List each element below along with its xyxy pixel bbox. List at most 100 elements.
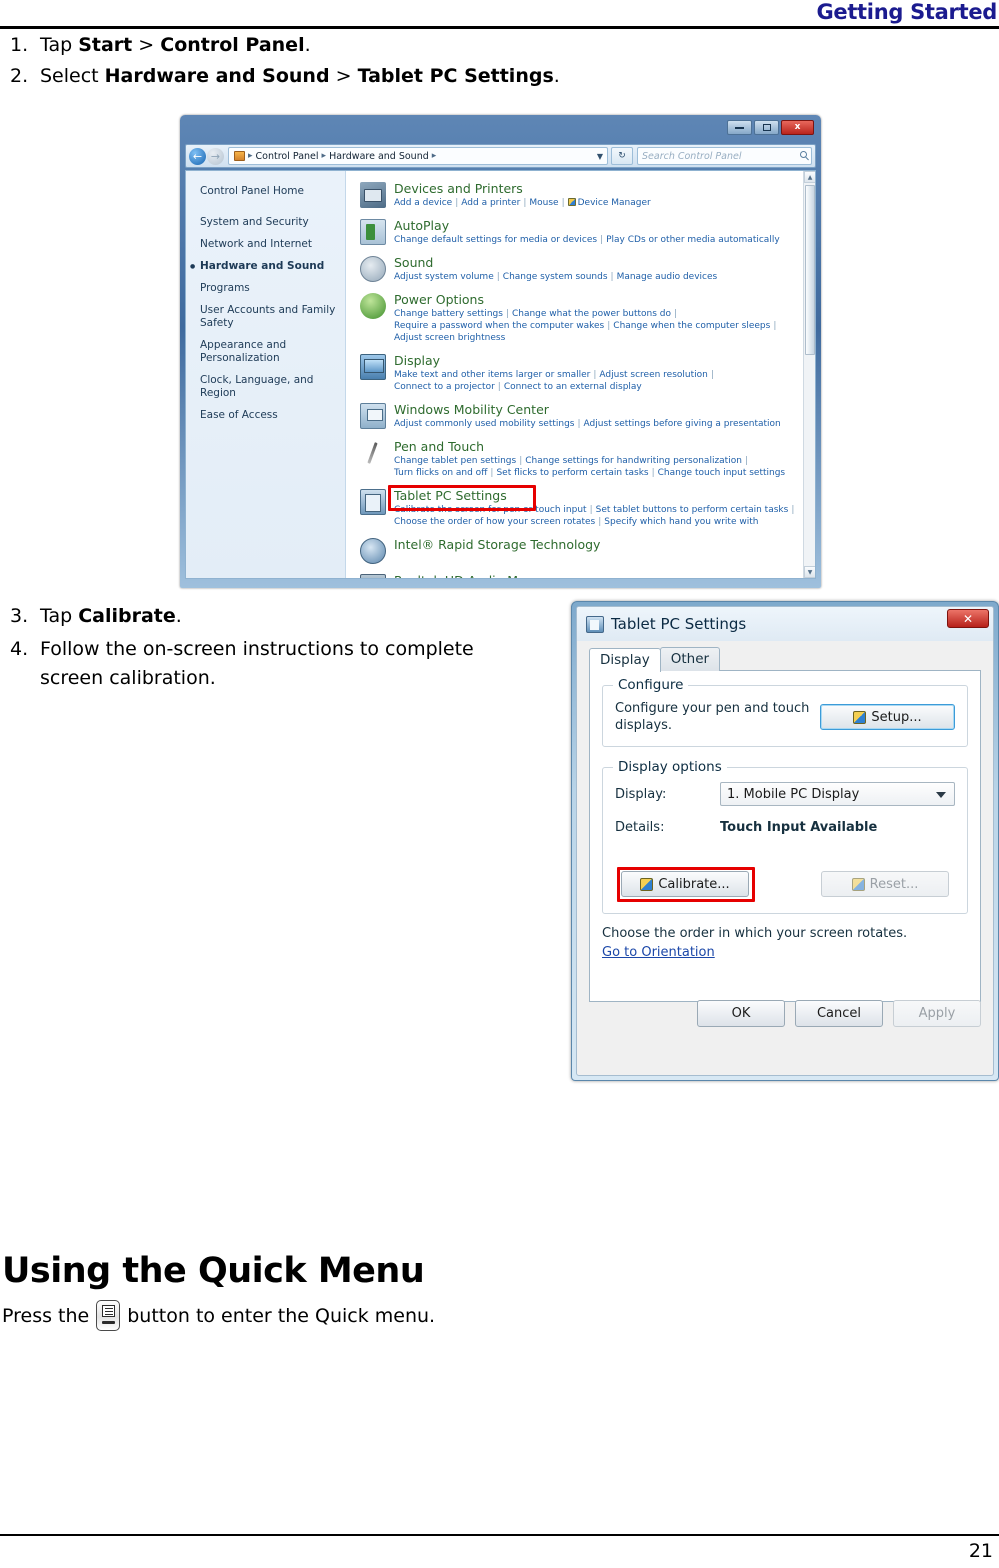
breadcrumb[interactable]: ▸ Control Panel ▸ Hardware and Sound ▸ ▼: [228, 147, 608, 165]
link-adjust-system-volume[interactable]: Adjust system volume: [394, 272, 494, 282]
category-title[interactable]: Windows Mobility Center: [394, 402, 801, 417]
link-set-tablet-buttons[interactable]: Set tablet buttons to perform certain ta…: [596, 505, 789, 515]
control-panel-sidebar: Control Panel Home System and Security N…: [186, 171, 346, 578]
category-title[interactable]: Power Options: [394, 292, 801, 307]
link-adjust-screen-brightness[interactable]: Adjust screen brightness: [394, 333, 505, 343]
scroll-up-icon[interactable]: ▲: [804, 171, 815, 183]
category-title[interactable]: Display: [394, 353, 801, 368]
link-handwriting-personalization[interactable]: Change settings for handwriting personal…: [525, 456, 742, 466]
control-panel-titlebar: x: [185, 120, 816, 143]
forward-arrow-icon[interactable]: →: [207, 147, 224, 165]
scroll-down-icon[interactable]: ▼: [804, 566, 815, 578]
link-connect-external-display[interactable]: Connect to an external display: [504, 382, 642, 392]
sidebar-item-network-and-internet[interactable]: Network and Internet: [200, 238, 337, 251]
category-links: Calibrate the screen for pen or touch in…: [394, 505, 795, 527]
rotation-note: Choose the order in which your screen ro…: [602, 926, 908, 941]
breadcrumb-item-hardware-and-sound[interactable]: Hardware and Sound: [329, 151, 429, 162]
step-text-prefix: Select: [40, 65, 105, 87]
category-devices-and-printers: Devices and Printers Add a device | Add a …: [360, 181, 801, 209]
sidebar-item-appearance[interactable]: Appearance and Personalization: [200, 339, 337, 365]
quick-menu-text-before: Press the: [2, 1304, 90, 1327]
link-change-when-sleeps[interactable]: Change when the computer sleeps: [613, 321, 770, 331]
link-change-tablet-pen-settings[interactable]: Change tablet pen settings: [394, 456, 516, 466]
link-turn-flicks-on-off[interactable]: Turn flicks on and off: [394, 468, 487, 478]
link-add-a-printer[interactable]: Add a printer: [461, 198, 520, 208]
category-title[interactable]: Pen and Touch: [394, 439, 801, 454]
step-text-suffix: .: [553, 65, 560, 87]
shield-icon: [567, 198, 576, 206]
display-options-legend: Display options: [613, 759, 727, 775]
devices-and-printers-icon: [360, 182, 386, 208]
link-add-a-device[interactable]: Add a device: [394, 198, 452, 208]
chevron-down-icon[interactable]: ▼: [597, 152, 607, 161]
step-text-mid: >: [329, 65, 358, 87]
close-button[interactable]: x: [781, 120, 814, 135]
link-change-system-sounds[interactable]: Change system sounds: [503, 272, 608, 282]
link-adjust-before-presentation[interactable]: Adjust settings before giving a presenta…: [584, 419, 781, 429]
scrollbar-thumb[interactable]: [805, 185, 815, 355]
close-button[interactable]: ✕: [947, 609, 989, 628]
step-number: 4.: [10, 638, 29, 660]
category-title[interactable]: AutoPlay: [394, 218, 801, 233]
sidebar-item-control-panel-home[interactable]: Control Panel Home: [200, 185, 337, 198]
link-device-manager[interactable]: Device Manager: [578, 198, 651, 208]
vertical-scrollbar[interactable]: ▲ ▼: [803, 171, 815, 578]
step-text-prefix: Tap: [40, 34, 79, 56]
link-specify-hand[interactable]: Specify which hand you write with: [604, 517, 758, 527]
sidebar-item-clock-language-region[interactable]: Clock, Language, and Region: [200, 374, 337, 400]
category-title[interactable]: Sound: [394, 255, 801, 270]
minimize-button[interactable]: [727, 120, 752, 135]
back-arrow-icon[interactable]: ←: [189, 147, 206, 165]
header-divider: [0, 26, 999, 29]
link-change-power-buttons[interactable]: Change what the power buttons do: [512, 309, 671, 319]
link-require-password[interactable]: Require a password when the computer wak…: [394, 321, 604, 331]
list-item: 3. Tap Calibrate.: [0, 602, 540, 631]
sidebar-item-programs[interactable]: Programs: [200, 282, 337, 295]
cancel-button[interactable]: Cancel: [795, 1000, 883, 1027]
setup-button[interactable]: Setup...: [820, 704, 955, 730]
sidebar-item-user-accounts[interactable]: User Accounts and Family Safety: [200, 304, 337, 330]
link-calibrate-screen[interactable]: Calibrate the screen for pen or touch in…: [394, 505, 587, 515]
sidebar-item-ease-of-access[interactable]: Ease of Access: [200, 409, 337, 422]
chevron-down-icon: [936, 792, 946, 798]
category-title[interactable]: Tablet PC Settings: [394, 488, 801, 503]
search-input[interactable]: Search Control Panel: [637, 147, 812, 165]
link-adjust-screen-resolution[interactable]: Adjust screen resolution: [599, 370, 707, 380]
link-adjust-mobility-settings[interactable]: Adjust commonly used mobility settings: [394, 419, 574, 429]
footer-divider: [0, 1534, 999, 1536]
step-text-prefix: Follow the on-screen instructions to com…: [40, 638, 474, 689]
link-set-flicks-tasks[interactable]: Set flicks to perform certain tasks: [496, 468, 648, 478]
link-choose-rotate-order[interactable]: Choose the order of how your screen rota…: [394, 517, 595, 527]
link-change-battery-settings[interactable]: Change battery settings: [394, 309, 503, 319]
category-title[interactable]: Intel® Rapid Storage Technology: [394, 537, 801, 552]
calibrate-button[interactable]: Calibrate...: [621, 871, 749, 897]
link-mouse[interactable]: Mouse: [529, 198, 558, 208]
display-select[interactable]: 1. Mobile PC Display: [720, 782, 955, 806]
tablet-pc-settings-icon: [360, 489, 386, 515]
configure-group: Configure Configure your pen and touch d…: [602, 677, 968, 747]
pen-and-touch-icon: [360, 440, 386, 466]
link-play-cds[interactable]: Play CDs or other media automatically: [606, 235, 780, 245]
ok-button[interactable]: OK: [697, 1000, 785, 1027]
link-change-touch-input[interactable]: Change touch input settings: [658, 468, 785, 478]
link-connect-to-projector[interactable]: Connect to a projector: [394, 382, 495, 392]
mobility-center-icon: [360, 403, 386, 429]
sidebar-item-hardware-and-sound[interactable]: Hardware and Sound: [190, 260, 337, 273]
category-links: Adjust commonly used mobility settings | A…: [394, 419, 781, 429]
refresh-icon[interactable]: ↻: [611, 147, 633, 165]
link-change-default-settings[interactable]: Change default settings for media or dev…: [394, 235, 597, 245]
go-to-orientation-link[interactable]: Go to Orientation: [602, 945, 715, 960]
configure-group-legend: Configure: [613, 677, 689, 693]
category-title[interactable]: Devices and Printers: [394, 181, 801, 196]
step-bold-term-2: Tablet PC Settings: [357, 65, 554, 87]
breadcrumb-item-control-panel[interactable]: Control Panel: [256, 151, 319, 162]
tab-display[interactable]: Display: [589, 648, 661, 672]
link-make-text-larger[interactable]: Make text and other items larger or smal…: [394, 370, 590, 380]
category-links: Change tablet pen settings | Change settin…: [394, 456, 786, 478]
link-manage-audio-devices[interactable]: Manage audio devices: [617, 272, 718, 282]
category-title[interactable]: Realtek HD Audio Manager: [394, 573, 801, 578]
maximize-button[interactable]: [754, 120, 779, 135]
sidebar-item-system-and-security[interactable]: System and Security: [200, 216, 337, 229]
tab-other[interactable]: Other: [659, 647, 721, 671]
control-panel-categories: Devices and Printers Add a device | Add a …: [346, 171, 815, 578]
